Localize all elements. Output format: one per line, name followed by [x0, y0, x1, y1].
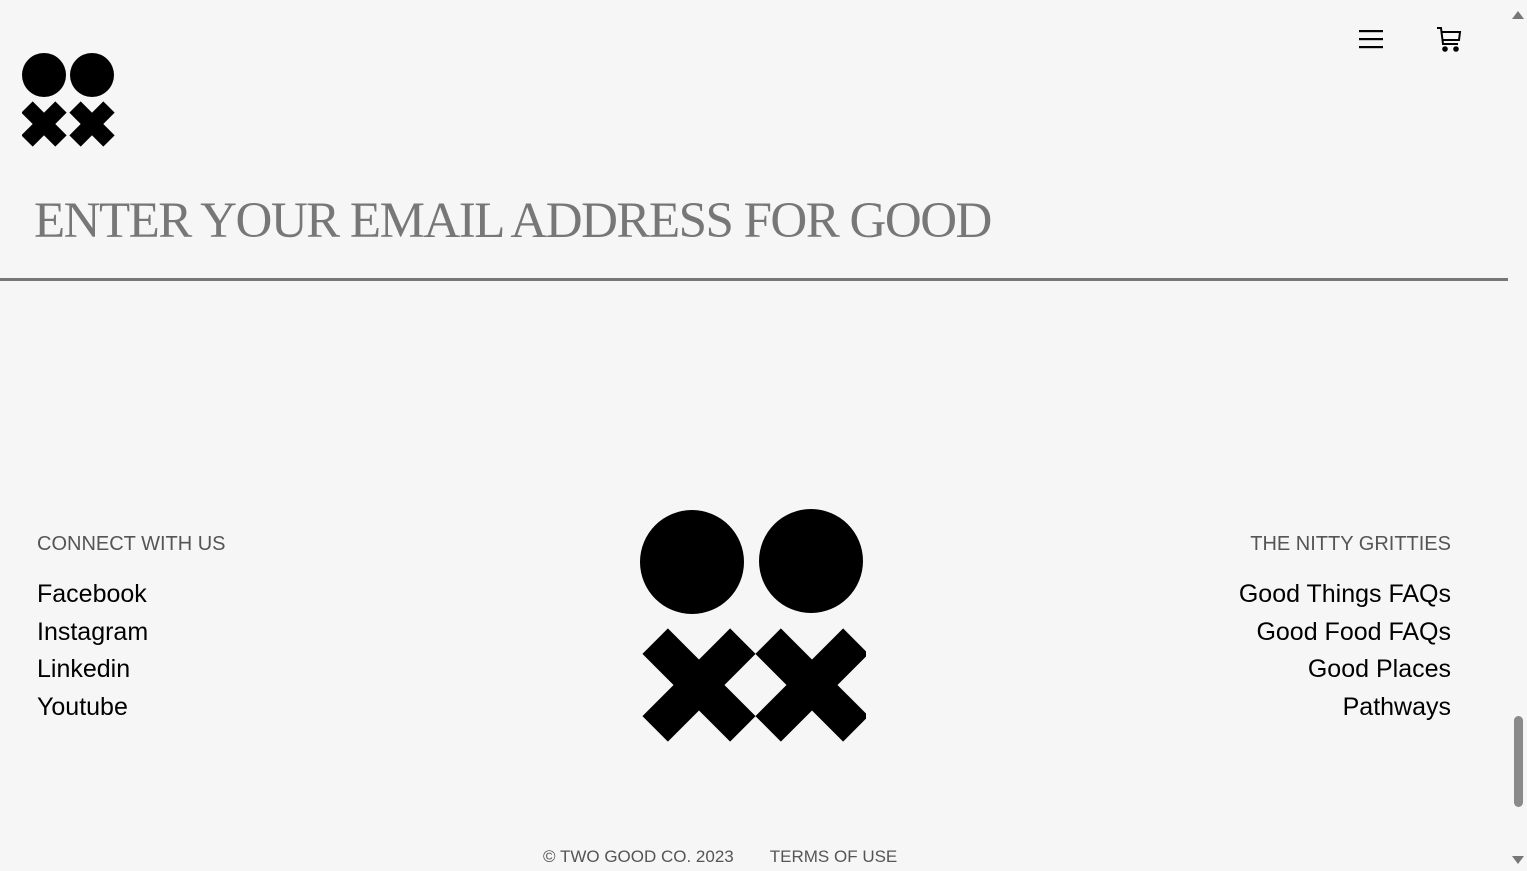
nitty-gritties-heading: THE NITTY GRITTIES: [1250, 533, 1451, 555]
copyright-text: © TWO GOOD CO. 2023: [543, 847, 734, 866]
instagram-link[interactable]: Instagram: [37, 614, 226, 652]
connect-with-us-section: CONNECT WITH US Facebook Instagram Linke…: [37, 533, 226, 726]
linkedin-link[interactable]: Linkedin: [37, 651, 226, 689]
good-food-faqs-link[interactable]: Good Food FAQs: [1239, 614, 1451, 652]
newsletter-form: [0, 180, 1508, 281]
facebook-link[interactable]: Facebook: [37, 576, 226, 614]
newsletter-email-input[interactable]: [34, 180, 1494, 260]
good-places-link[interactable]: Good Places: [1239, 651, 1451, 689]
scrollbar-thumb[interactable]: [1514, 716, 1523, 807]
nitty-gritties-section: THE NITTY GRITTIES Good Things FAQs Good…: [1239, 533, 1451, 726]
two-good-large-logo-icon: [640, 509, 866, 742]
page: CONNECT WITH US Facebook Instagram Linke…: [0, 0, 1508, 871]
connect-heading: CONNECT WITH US: [37, 533, 226, 555]
youtube-link[interactable]: Youtube: [37, 689, 226, 727]
good-things-faqs-link[interactable]: Good Things FAQs: [1239, 576, 1451, 614]
hamburger-menu-icon[interactable]: [1357, 22, 1385, 56]
footer-bottom: © TWO GOOD CO. 2023 TERMS OF USE: [543, 847, 897, 867]
vertical-scrollbar[interactable]: [1508, 0, 1527, 871]
terms-of-use-link[interactable]: TERMS OF USE: [770, 847, 898, 867]
two-good-logo-icon[interactable]: [22, 52, 116, 148]
scroll-down-arrow-icon[interactable]: [1512, 856, 1524, 864]
scroll-up-arrow-icon[interactable]: [1512, 11, 1524, 19]
header-actions: [1357, 22, 1463, 56]
pathways-link[interactable]: Pathways: [1239, 689, 1451, 727]
shopping-cart-icon[interactable]: [1435, 22, 1463, 56]
